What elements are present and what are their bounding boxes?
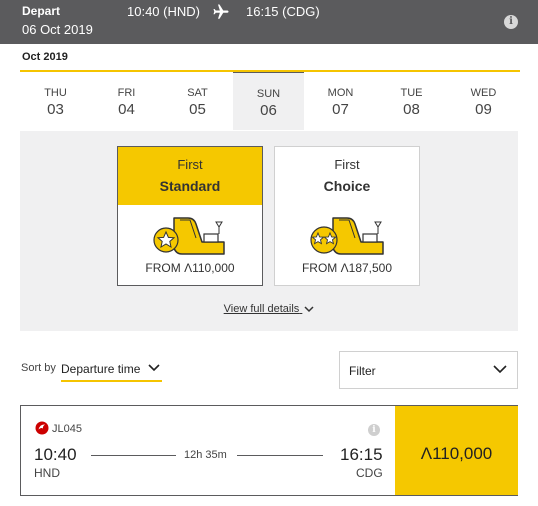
day-sun-06-selected[interactable]: SUN 06: [233, 72, 304, 130]
fare-name: Standard: [159, 178, 221, 194]
arrival-airport: CDG: [356, 466, 383, 480]
day-name: WED: [470, 87, 497, 99]
fare-cabin: First: [177, 157, 203, 172]
day-name: THU: [44, 87, 67, 99]
seat-two-star-icon: [310, 217, 384, 255]
day-name: TUE: [400, 87, 423, 99]
jal-logo-icon: [35, 421, 49, 435]
day-sat-05[interactable]: SAT 05: [162, 72, 233, 130]
duration-line: [237, 455, 323, 456]
header-arrival-time: 16:15 (CDG): [246, 4, 320, 19]
departure-airport: HND: [34, 466, 60, 480]
flight-price: Λ110,000: [420, 444, 493, 463]
chevron-down-icon: [493, 365, 507, 374]
depart-label: Depart: [22, 4, 61, 18]
flight-price-button[interactable]: Λ110,000: [395, 406, 518, 495]
fare-card-header: First Choice: [275, 147, 419, 205]
filter-label: Filter: [349, 364, 376, 378]
sort-value: Departure time: [61, 362, 141, 376]
day-fri-04[interactable]: FRI 04: [91, 72, 162, 130]
day-number: 06: [260, 102, 277, 119]
flight-number: JL045: [52, 423, 82, 435]
fare-price: FROM Λ110,000: [145, 261, 235, 275]
day-wed-09[interactable]: WED 09: [448, 72, 519, 130]
fare-card-header: First Standard: [118, 147, 262, 205]
day-number: 08: [403, 101, 420, 118]
arrival-time: 16:15: [340, 445, 383, 464]
day-name: SAT: [187, 87, 208, 99]
view-details-label: View full details: [223, 303, 300, 315]
day-number: 07: [332, 101, 349, 118]
fare-card-first-choice[interactable]: First Choice FROM Λ187,500: [274, 146, 420, 286]
info-icon[interactable]: i: [368, 424, 380, 436]
fare-cabin: First: [334, 157, 360, 172]
fare-card-first-standard[interactable]: First Standard FROM Λ110,000: [117, 146, 263, 286]
date-selector: THU 03 FRI 04 SAT 05 SUN 06 MON 07 TUE 0…: [20, 72, 520, 130]
day-number: 05: [189, 101, 206, 118]
header-bar: Depart 06 Oct 2019 10:40 (HND) 16:15 (CD…: [0, 0, 538, 44]
sort-by-label: Sort by: [21, 362, 56, 374]
depart-date: 06 Oct 2019: [22, 22, 93, 37]
fare-panel: First Standard FROM Λ110,000 First Choic…: [20, 131, 518, 331]
day-number: 09: [475, 101, 492, 118]
duration-line: [91, 455, 176, 456]
header-departure-time: 10:40 (HND): [127, 4, 200, 19]
day-number: 04: [118, 101, 135, 118]
seat-one-star-icon: [153, 217, 225, 255]
chevron-down-icon: [304, 306, 314, 312]
airplane-icon: [213, 4, 229, 19]
filter-dropdown[interactable]: Filter: [339, 351, 518, 389]
info-icon[interactable]: i: [504, 15, 518, 29]
sort-dropdown[interactable]: Departure time: [61, 360, 162, 382]
month-label: Oct 2019: [22, 51, 68, 63]
day-name: FRI: [117, 87, 136, 99]
departure-time: 10:40: [34, 445, 77, 464]
chevron-down-icon: [148, 364, 160, 372]
day-thu-03[interactable]: THU 03: [20, 72, 91, 130]
view-full-details-link[interactable]: View full details: [20, 303, 518, 315]
flight-duration: 12h 35m: [184, 449, 227, 461]
day-tue-08[interactable]: TUE 08: [376, 72, 447, 130]
fare-name: Choice: [323, 178, 371, 194]
fare-price: FROM Λ187,500: [301, 261, 393, 275]
day-number: 03: [47, 101, 64, 118]
day-mon-07[interactable]: MON 07: [305, 72, 376, 130]
flight-result-card[interactable]: JL045 i 10:40 HND 12h 35m 16:15 CDG Λ110…: [20, 405, 518, 496]
day-name: SUN: [256, 88, 281, 100]
day-name: MON: [327, 87, 354, 99]
